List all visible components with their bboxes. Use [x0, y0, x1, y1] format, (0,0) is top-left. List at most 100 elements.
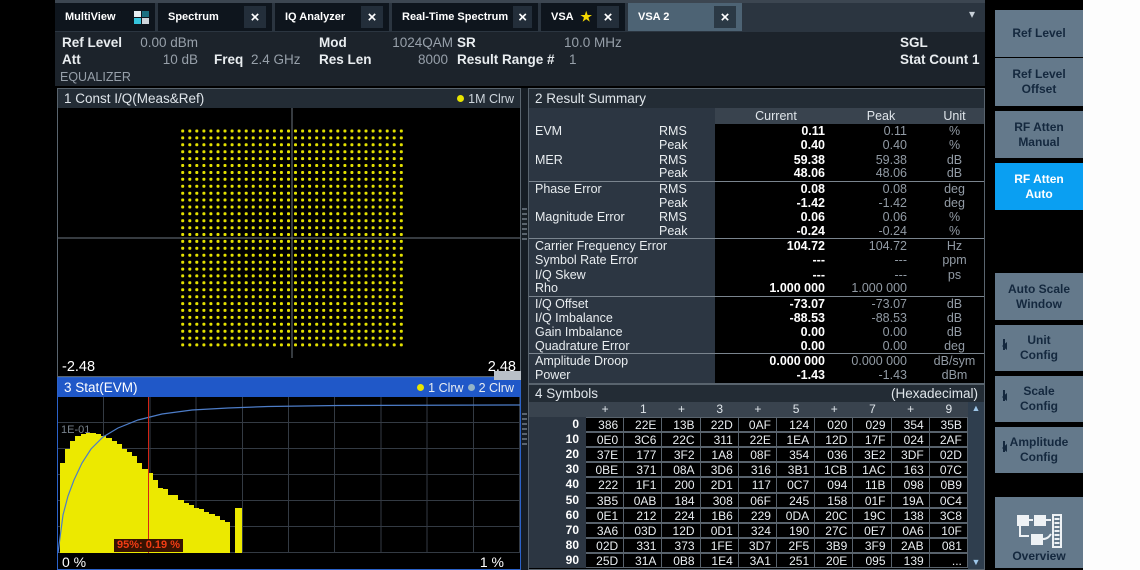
splitter-grip[interactable] [522, 413, 527, 447]
result-current-value: --- [715, 253, 837, 267]
symbol-cell: 0C7 [777, 477, 815, 492]
result-row-peak: Peak-1.42-1.42deg [529, 196, 984, 210]
symbol-cell: 3DF [892, 447, 930, 462]
symbol-cell: 0B9 [930, 477, 968, 492]
softkey-label: Scale Config [1020, 384, 1058, 414]
symbol-cell: 08F [739, 447, 777, 462]
tab-vsa[interactable]: VSA★× [541, 3, 625, 31]
result-row-gain-imbalance: Gain Imbalance0.000.00dB [529, 325, 984, 339]
softkey-scale-config[interactable]: Scale Config [995, 376, 1083, 422]
horizontal-splitter-grip[interactable] [494, 371, 521, 380]
tab-multiview[interactable]: MultiView [55, 3, 155, 31]
symbol-cell: 212 [624, 508, 662, 523]
symbol-cell: 222 [586, 477, 624, 492]
symbol-cell: 37E [586, 447, 624, 462]
result-name-cell: Peak [529, 196, 715, 210]
symbols-col-header: 7 [853, 402, 891, 417]
softkey-rf-atten-manual[interactable]: RF Atten Manual [995, 111, 1083, 158]
tab-close-icon-vsa[interactable]: × [597, 6, 619, 28]
result-subname [659, 311, 715, 325]
symbol-cell: 01F [853, 493, 891, 508]
result-subname: RMS [659, 153, 715, 167]
symbols-row-label: 30 [529, 462, 586, 477]
tab-label: IQ Analyzer [281, 11, 345, 23]
tab-close-icon-spectrum[interactable]: × [244, 6, 266, 28]
grid-quad [142, 18, 149, 24]
symbol-cell: 17F [853, 432, 891, 447]
result-name: Rho [529, 282, 659, 295]
window2-titlebar[interactable]: 2 Result Summary [529, 89, 984, 108]
symbols-row-70: 703A603D12D0D132419027C0E70A610F [529, 523, 984, 538]
tab-spectrum[interactable]: Spectrum× [158, 3, 272, 31]
ref-level-value[interactable]: 0.00 dBm [113, 35, 198, 50]
symbol-cell: 094 [815, 477, 853, 492]
result-peak-value: 0.40 [837, 138, 925, 152]
constellation-plot[interactable] [58, 108, 520, 358]
symbol-cell: 27C [815, 523, 853, 538]
result-unit: % [925, 138, 984, 152]
x-min-label: 0 % [62, 554, 86, 570]
res-len-value[interactable]: 8000 [363, 52, 448, 67]
result-name-cell: EVMRMS [529, 124, 715, 138]
evm-histogram-plot[interactable]: 1E-01 95%: 0.19 % [58, 397, 520, 553]
window-stat-evm: 3 Stat(EVM) 1 Clrw 2 Clrw 1E-01 95%: 0.1… [57, 377, 521, 570]
symbol-cell: 371 [624, 462, 662, 477]
symbols-row-80: 8002D3313731FE3D72F53B93F92AB081 [529, 538, 984, 553]
result-range-value[interactable]: 1 [569, 52, 577, 67]
tab-close-icon-vsa-2[interactable]: × [714, 6, 736, 28]
window4-titlebar[interactable]: 4 Symbols (Hexadecimal) [529, 385, 984, 402]
result-subname: RMS [659, 182, 715, 196]
symbol-cell: 316 [739, 462, 777, 477]
sr-value[interactable]: 10.0 MHz [564, 35, 622, 50]
result-subname [659, 268, 715, 282]
softkey-overview[interactable]: Overview [995, 497, 1083, 568]
tab-vsa-2[interactable]: VSA 2× [628, 3, 742, 31]
symbol-cell: 0DA [777, 508, 815, 523]
scroll-down-icon[interactable]: ▼ [972, 556, 981, 569]
tab-iq-analyzer[interactable]: IQ Analyzer × [275, 3, 389, 31]
symbols-scrollbar[interactable]: ▲ ▼ [968, 402, 984, 569]
softkey-ref-level-offset[interactable]: Ref Level Offset [995, 58, 1083, 106]
sgl-indicator: SGL [900, 35, 928, 50]
tab-close-icon-iq-analyzer[interactable]: × [361, 6, 383, 28]
symbol-cell: 0E1 [586, 508, 624, 523]
symbols-row-90: 9025D31A0B81E43A125120E095139... [529, 553, 984, 568]
softkey-ref-level[interactable]: Ref Level [995, 10, 1083, 57]
multiview-grid-icon [134, 11, 149, 24]
tab-label: Real-Time Spectrum [398, 11, 508, 23]
pane-splitter[interactable] [521, 88, 528, 570]
settings-header: Ref Level 0.00 dBm Mod 1024QAM SR 10.0 M… [55, 32, 985, 86]
softkey-amplitude-config[interactable]: Amplitude Config [995, 427, 1083, 473]
symbol-cell: 1B6 [701, 508, 739, 523]
result-peak-value: 59.38 [837, 153, 925, 167]
trace1-label: 1M Clrw [468, 92, 514, 106]
splitter-grip[interactable] [522, 208, 527, 242]
scroll-up-icon[interactable]: ▲ [972, 402, 981, 415]
symbol-cell: 386 [586, 417, 624, 432]
result-unit: dB [925, 297, 984, 311]
tab-close-icon-real-time-spectrum[interactable]: × [513, 6, 532, 28]
result-name: EVM [529, 124, 659, 138]
result-peak-value: 0.00 [837, 325, 925, 339]
mod-value[interactable]: 1024QAM [363, 35, 453, 50]
symbols-col-header: + [815, 402, 853, 417]
column-header-unit: Unit [925, 108, 984, 124]
percentile-marker-line[interactable] [148, 397, 149, 553]
tab-overflow-caret-icon[interactable]: ▾ [969, 7, 975, 21]
softkey-auto-scale-window[interactable]: Auto Scale Window [995, 273, 1083, 320]
symbols-row-label: 70 [529, 523, 586, 538]
symbols-row-20: 2037E1773F21A808F3540363E23DF02D [529, 447, 984, 462]
tab-real-time-spectrum[interactable]: Real-Time Spectrum × [392, 3, 538, 31]
att-value[interactable]: 10 dB [113, 52, 198, 67]
grid-quad [134, 18, 141, 24]
freq-value[interactable]: 2.4 GHz [251, 52, 301, 67]
window3-titlebar[interactable]: 3 Stat(EVM) 1 Clrw 2 Clrw [58, 378, 520, 397]
softkey-rf-atten-auto[interactable]: RF Atten Auto [995, 163, 1083, 210]
symbol-cell: 020 [815, 417, 853, 432]
symbol-cell: 311 [701, 432, 739, 447]
symbol-cell: 224 [662, 508, 700, 523]
result-name: I/Q Offset [529, 297, 659, 311]
symbol-cell: 184 [662, 493, 700, 508]
window1-titlebar[interactable]: 1 Const I/Q(Meas&Ref) 1M Clrw [58, 89, 520, 108]
softkey-unit-config[interactable]: Unit Config [995, 325, 1083, 371]
